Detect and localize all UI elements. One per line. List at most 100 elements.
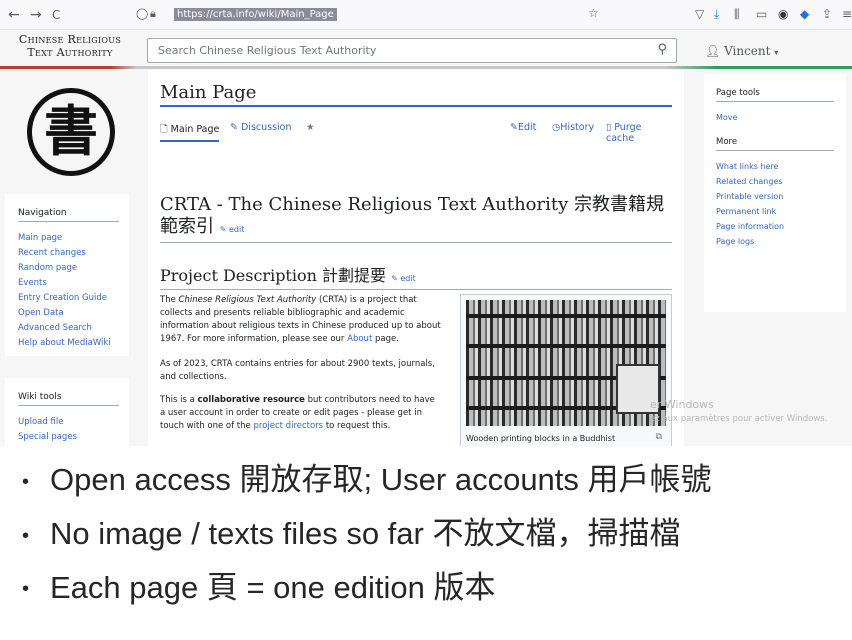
move-link[interactable]: Move <box>716 110 834 125</box>
upload-file-link[interactable]: Upload file <box>18 415 129 430</box>
nav-recent-changes[interactable]: Recent changes <box>18 246 129 261</box>
tab-history-label: History <box>560 122 595 133</box>
what-links-here-link[interactable]: What links here <box>716 159 834 174</box>
search-box[interactable]: Search Chinese Religious Text Authority … <box>147 38 677 63</box>
forward-icon[interactable]: → <box>30 6 42 24</box>
logo-line1: Chinese Religious <box>18 33 122 46</box>
menu-icon[interactable]: ≡ <box>842 7 852 21</box>
figure-caption: Wooden printing blocks in a Buddhist ⧉ <box>466 432 666 443</box>
tab-discussion-label: Discussion <box>240 122 292 133</box>
section-heading: Project Description 計劃提要 ✎ edit <box>160 262 672 290</box>
emblem-logo[interactable]: 書 <box>27 88 115 176</box>
tab-purge-cache[interactable]: ▯ Purge cache <box>606 122 672 144</box>
user-name: Vincent <box>724 44 771 58</box>
intro-paragraph: The Chinese Religious Text Authority (CR… <box>160 294 442 346</box>
slide-bullets: • Open access 開放存取; User accounts 用戶帳號 • N… <box>22 454 842 615</box>
purge-icon: ▯ <box>606 122 615 133</box>
download-icon[interactable]: ⤓ <box>714 7 719 22</box>
bullet-text: Each page 頁 = one edition 版本 <box>50 569 496 605</box>
logo-line2: Text Authority <box>27 46 113 59</box>
tab-main-page[interactable]: 🗋︎ Main Page <box>160 122 220 142</box>
url-text[interactable]: https://crta.info/wiki/Main_Page <box>174 8 337 21</box>
nav-help[interactable]: Help about MediaWiki <box>18 336 129 351</box>
collab-paragraph: This is a collaborative resource but con… <box>160 394 442 433</box>
address-bar[interactable]: ◯ 🔒︎ https://crta.info/wiki/Main_Page ☆ <box>130 4 600 26</box>
bullet-text: No image / texts files so far 不放文檔，掃描檔 <box>50 515 681 551</box>
tab-discussion[interactable]: ✎ Discussion <box>230 122 292 133</box>
reload-icon[interactable]: C <box>52 6 60 24</box>
nav-advanced-search[interactable]: Advanced Search <box>18 321 129 336</box>
nav-open-data[interactable]: Open Data <box>18 306 129 321</box>
page-tabs: 🗋︎ Main Page ✎ Discussion ★ ✎Edit ◷Histo… <box>160 122 672 144</box>
back-icon[interactable]: ← <box>8 6 20 24</box>
discussion-icon: ✎ <box>230 122 241 133</box>
bullet-dot: • <box>22 524 30 547</box>
project-directors-link[interactable]: project directors <box>253 421 323 431</box>
permanent-link[interactable]: Permanent link <box>716 204 834 219</box>
tab-main-page-label: Main Page <box>170 124 220 135</box>
wiki-tools-portlet: Wiki tools Upload file Special pages <box>5 378 129 446</box>
lock-icon[interactable]: 🔒︎ <box>150 7 156 21</box>
about-link[interactable]: About <box>347 334 372 344</box>
nav-main-page[interactable]: Main page <box>18 231 129 246</box>
pencil-icon: ✎ <box>510 122 518 133</box>
nav-random-page[interactable]: Random page <box>18 261 129 276</box>
navigation-heading: Navigation <box>18 208 119 222</box>
shield-icon[interactable]: ◯ <box>136 7 148 20</box>
p1-emphasis: Chinese Religious Text Authority <box>178 295 317 305</box>
browser-toolbar: ← → C ◯ 🔒︎ https://crta.info/wiki/Main_P… <box>0 0 852 30</box>
bookmark-star-icon[interactable]: ☆ <box>588 6 599 20</box>
page-information-link[interactable]: Page information <box>716 219 834 234</box>
section-heading-text: Project Description 計劃提要 <box>160 266 387 285</box>
site-header: Chinese Religious Text Authority Search … <box>0 30 852 68</box>
printable-version-link[interactable]: Printable version <box>716 189 834 204</box>
section-edit-label: edit <box>400 274 416 283</box>
library-icon[interactable]: ⫼ <box>734 7 740 22</box>
addon-icon[interactable]: ◆ <box>800 7 809 21</box>
section-edit-link[interactable]: ✎ edit <box>391 274 416 283</box>
related-changes-link[interactable]: Related changes <box>716 174 834 189</box>
bullet-text: Open access 開放存取; User accounts 用戶帳號 <box>50 462 712 497</box>
watermark-line2: ez aux paramètres pour activer Windows. <box>650 414 828 424</box>
printing-blocks-photo[interactable] <box>466 300 666 426</box>
bullet-dot: • <box>22 470 30 493</box>
watch-star-icon[interactable]: ★ <box>306 122 315 133</box>
windows-activation-watermark: er Windows ez aux paramètres pour active… <box>650 398 827 426</box>
p1-text-c: page. <box>372 334 399 344</box>
header-color-bar <box>0 66 852 69</box>
share-icon[interactable]: ⇪ <box>822 7 832 21</box>
sidebar: 書 Navigation Main page Recent changes Ra… <box>0 70 148 446</box>
stats-paragraph: As of 2023, CRTA contains entries for ab… <box>160 359 435 382</box>
heading-edit-link[interactable]: ✎ edit <box>220 225 245 234</box>
nav-events[interactable]: Events <box>18 276 129 291</box>
user-menu[interactable]: 👤︎ Vincent ▾ <box>705 44 778 58</box>
heading-edit-label: edit <box>228 225 245 234</box>
bullet-item: • Open access 開放存取; User accounts 用戶帳號 <box>22 454 842 508</box>
extension-icon[interactable]: ◉ <box>778 7 788 21</box>
page-tools-heading: Page tools <box>716 88 834 102</box>
page-tools-panel: Page tools Move More What links here Rel… <box>704 74 846 312</box>
wiki-tools-heading: Wiki tools <box>18 392 119 406</box>
tab-edit[interactable]: ✎Edit <box>510 122 536 133</box>
p3-text-d: to request this. <box>323 421 391 431</box>
pocket-icon[interactable]: ▽ <box>695 7 704 21</box>
bullet-dot: • <box>22 578 30 601</box>
wiki-page: Chinese Religious Text Authority Search … <box>0 30 852 446</box>
search-input[interactable]: Search Chinese Religious Text Authority <box>158 44 376 57</box>
nav-entry-creation-guide[interactable]: Entry Creation Guide <box>18 291 129 306</box>
more-heading: More <box>716 137 834 151</box>
p1-text-a: The <box>160 295 179 305</box>
thumbnail-figure: Wooden printing blocks in a Buddhist ⧉ <box>460 294 672 446</box>
search-icon[interactable]: ⚲ <box>657 42 667 57</box>
tab-edit-label: Edit <box>517 122 537 133</box>
page-logs-link[interactable]: Page logs <box>716 234 834 249</box>
site-logo[interactable]: Chinese Religious Text Authority <box>6 33 134 59</box>
tab-history[interactable]: ◷History <box>552 122 594 133</box>
sidebar-icon[interactable]: ▭ <box>756 7 767 21</box>
enlarge-icon[interactable]: ⧉ <box>656 432 662 442</box>
bullet-item: • Each page 頁 = one edition 版本 <box>22 562 842 616</box>
special-pages-link[interactable]: Special pages <box>18 430 129 445</box>
user-icon: 👤︎ <box>705 44 721 58</box>
navigation-portlet: Navigation Main page Recent changes Rand… <box>5 194 129 356</box>
bullet-item: • No image / texts files so far 不放文檔，掃描檔 <box>22 508 842 562</box>
